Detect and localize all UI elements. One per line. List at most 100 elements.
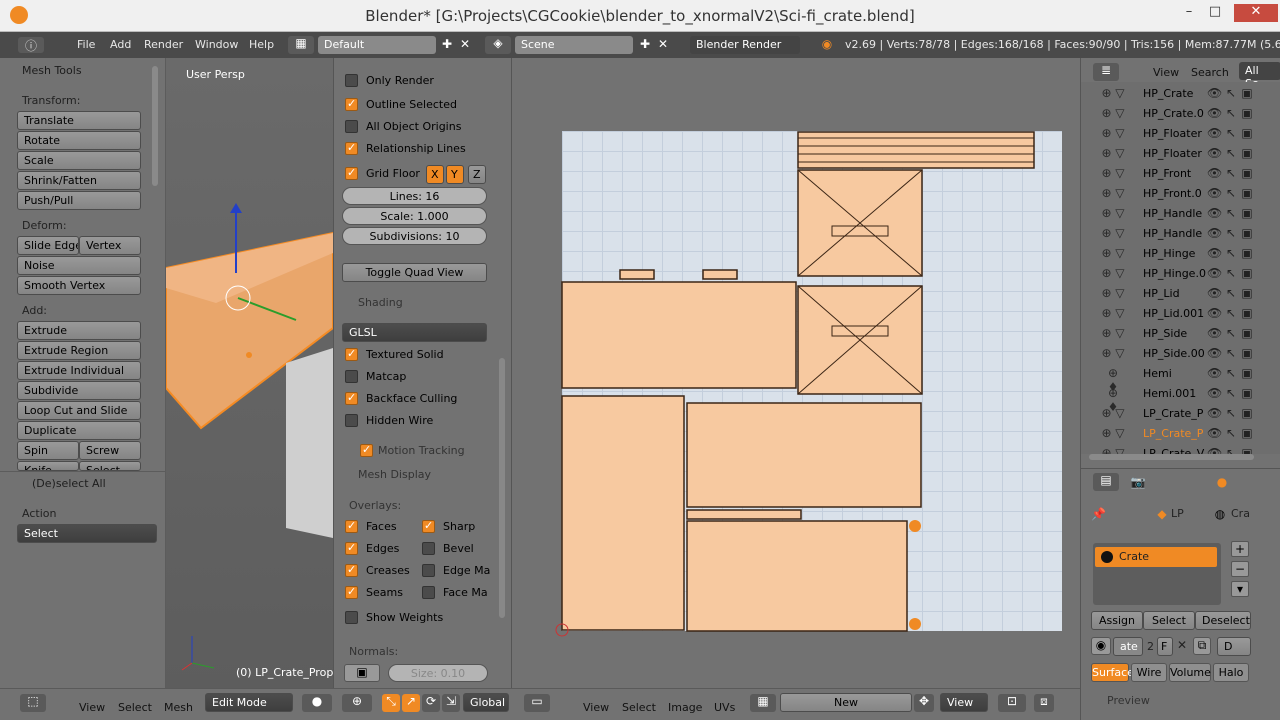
translate-button[interactable]: Translate — [17, 111, 141, 130]
slot-menu-icon[interactable]: ▾ — [1231, 581, 1249, 597]
pin-image-icon[interactable]: ✥ — [914, 694, 934, 712]
outliner-row[interactable]: ⊕ ▽ HP_Side.00 👁 ↖ ▣ — [1101, 344, 1256, 364]
renderable-camera-icon[interactable]: ▣ — [1241, 246, 1253, 260]
link-data-icon[interactable]: ⧉ — [1193, 637, 1211, 655]
outliner-row[interactable]: ⊕ ▽ HP_Crate 👁 ↖ ▣ — [1101, 84, 1256, 104]
grid-floor-checkbox[interactable] — [345, 166, 358, 180]
extrude-region-button[interactable]: Extrude Region — [17, 341, 141, 360]
renderable-camera-icon[interactable]: ▣ — [1241, 106, 1253, 120]
normal-size-field[interactable]: Size: 0.10 — [388, 664, 488, 682]
uv-view-select[interactable]: View — [940, 693, 988, 712]
3d-editor-icon[interactable]: ⬚ — [20, 694, 46, 712]
renderable-camera-icon[interactable]: ▣ — [1241, 346, 1253, 360]
motion-tracking-checkbox[interactable] — [360, 443, 373, 457]
renderable-camera-icon[interactable]: ▣ — [1241, 426, 1253, 440]
close-button[interactable]: ✕ — [1234, 4, 1278, 22]
renderable-camera-icon[interactable]: ▣ — [1241, 86, 1253, 100]
outliner-row[interactable]: ⊕ ▽ HP_Handle 👁 ↖ ▣ — [1101, 204, 1256, 224]
outliner-row[interactable]: ⊕ ▽ LP_Crate_P 👁 ↖ ▣ — [1101, 424, 1256, 444]
uv-editor[interactable] — [512, 58, 1080, 688]
add-layout-icon[interactable]: ✚ — [440, 37, 454, 51]
visibility-eye-icon[interactable]: 👁 — [1207, 246, 1222, 260]
loop-cut-button[interactable]: Loop Cut and Slide — [17, 401, 141, 420]
scene-field[interactable]: Scene — [515, 36, 633, 54]
visibility-eye-icon[interactable]: 👁 — [1207, 306, 1222, 320]
outliner-scrollbar[interactable] — [1089, 454, 1254, 460]
rel-lines-checkbox[interactable] — [345, 141, 358, 155]
push-pull-button[interactable]: Push/Pull — [17, 191, 141, 210]
selectable-cursor-icon[interactable]: ↖ — [1225, 426, 1237, 440]
vertex-normals-icon[interactable]: ▣ — [344, 664, 380, 682]
render-engine-select[interactable]: Blender Render — [690, 36, 800, 54]
sharp-checkbox[interactable] — [422, 519, 435, 533]
axis-z-toggle[interactable]: Z — [468, 165, 486, 184]
lines-field[interactable]: Lines: 16 — [342, 187, 487, 205]
outliner-row[interactable]: ⊕ ▽ HP_Front.0 👁 ↖ ▣ — [1101, 184, 1256, 204]
renderable-camera-icon[interactable]: ▣ — [1241, 146, 1253, 160]
material-browse-icon[interactable]: ◉ — [1091, 637, 1111, 655]
selectable-cursor-icon[interactable]: ↖ — [1225, 306, 1237, 320]
selectable-cursor-icon[interactable]: ↖ — [1225, 386, 1237, 400]
outliner-row[interactable]: ⊕ ♦ Hemi.001 👁 ↖ ▣ — [1101, 384, 1256, 414]
only-render-checkbox[interactable] — [345, 74, 358, 87]
outliner-row[interactable]: ⊕ ▽ HP_Front 👁 ↖ ▣ — [1101, 164, 1256, 184]
scale-field[interactable]: Scale: 1.000 — [342, 207, 487, 225]
outliner-row[interactable]: ⊕ ▽ HP_Lid.001 👁 ↖ ▣ — [1101, 304, 1256, 324]
uv-menu-uvs[interactable]: UVs — [714, 701, 735, 714]
shading-header[interactable]: Shading — [358, 296, 403, 309]
subdivide-button[interactable]: Subdivide — [17, 381, 141, 400]
material-tab-icon[interactable]: ● — [1213, 475, 1231, 489]
select-button[interactable]: Select — [1143, 611, 1195, 630]
fake-user-button[interactable]: F — [1157, 637, 1173, 656]
outliner-row[interactable]: ⊕ ▽ HP_Hinge 👁 ↖ ▣ — [1101, 244, 1256, 264]
rotate-manip-icon[interactable]: ⟳ — [422, 694, 440, 712]
surface-tab[interactable]: Surface — [1091, 663, 1134, 682]
outliner-editor-icon[interactable]: ≣ — [1093, 63, 1119, 81]
selectable-cursor-icon[interactable]: ↖ — [1225, 126, 1237, 140]
shading-dot-icon[interactable]: ● — [302, 694, 332, 712]
visibility-eye-icon[interactable]: 👁 — [1207, 86, 1222, 100]
visibility-eye-icon[interactable]: 👁 — [1207, 146, 1222, 160]
renderable-camera-icon[interactable]: ▣ — [1241, 386, 1253, 400]
visibility-eye-icon[interactable]: 👁 — [1207, 126, 1222, 140]
visibility-eye-icon[interactable]: 👁 — [1207, 106, 1222, 120]
selectable-cursor-icon[interactable]: ↖ — [1225, 326, 1237, 340]
bevel-checkbox[interactable] — [422, 542, 435, 555]
selectable-cursor-icon[interactable]: ↖ — [1225, 226, 1237, 240]
3d-viewport[interactable]: User Persp (0) LP_Crate_Proper — [166, 58, 333, 688]
selectable-cursor-icon[interactable]: ↖ — [1225, 366, 1237, 380]
creases-checkbox[interactable] — [345, 563, 358, 577]
menu-select[interactable]: Select — [118, 701, 152, 714]
visibility-eye-icon[interactable]: 👁 — [1207, 226, 1222, 240]
outline-selected-checkbox[interactable] — [345, 97, 358, 111]
pivot-icon[interactable]: ⊕ — [342, 694, 372, 712]
visibility-eye-icon[interactable]: 👁 — [1207, 346, 1222, 360]
seams-checkbox[interactable] — [345, 585, 358, 599]
visibility-eye-icon[interactable]: 👁 — [1207, 406, 1222, 420]
manipulator-icon[interactable]: ⤡ — [382, 694, 400, 712]
link-mode-select[interactable]: D — [1217, 637, 1251, 656]
selectable-cursor-icon[interactable]: ↖ — [1225, 186, 1237, 200]
mode-select[interactable]: Edit Mode — [205, 693, 293, 712]
faces-checkbox[interactable] — [345, 519, 358, 533]
hidden-wire-checkbox[interactable] — [345, 414, 358, 427]
axis-y-toggle[interactable]: Y — [446, 165, 464, 184]
renderable-camera-icon[interactable]: ▣ — [1241, 366, 1253, 380]
material-name-field[interactable]: ate — [1113, 637, 1143, 656]
outliner-row[interactable]: ⊕ ▽ HP_Handle 👁 ↖ ▣ — [1101, 224, 1256, 244]
edge-marks-checkbox[interactable] — [422, 564, 435, 577]
menu-add[interactable]: Add — [110, 38, 131, 51]
menu-mesh[interactable]: Mesh — [164, 701, 193, 714]
renderable-camera-icon[interactable]: ▣ — [1241, 286, 1253, 300]
transform-orientation-select[interactable]: Global — [463, 693, 509, 712]
unlink-material-icon[interactable]: ✕ — [1175, 638, 1189, 652]
preview-header[interactable]: Preview — [1107, 694, 1150, 707]
new-image-button[interactable]: New — [780, 693, 912, 712]
outliner-display-select[interactable]: All Sc — [1239, 62, 1280, 90]
pin-icon[interactable]: 📌 — [1091, 507, 1106, 521]
renderable-camera-icon[interactable]: ▣ — [1241, 206, 1253, 220]
visibility-eye-icon[interactable]: 👁 — [1207, 366, 1222, 380]
noise-button[interactable]: Noise — [17, 256, 141, 275]
renderable-camera-icon[interactable]: ▣ — [1241, 166, 1253, 180]
mesh-tools-header[interactable]: Mesh Tools — [22, 64, 82, 77]
